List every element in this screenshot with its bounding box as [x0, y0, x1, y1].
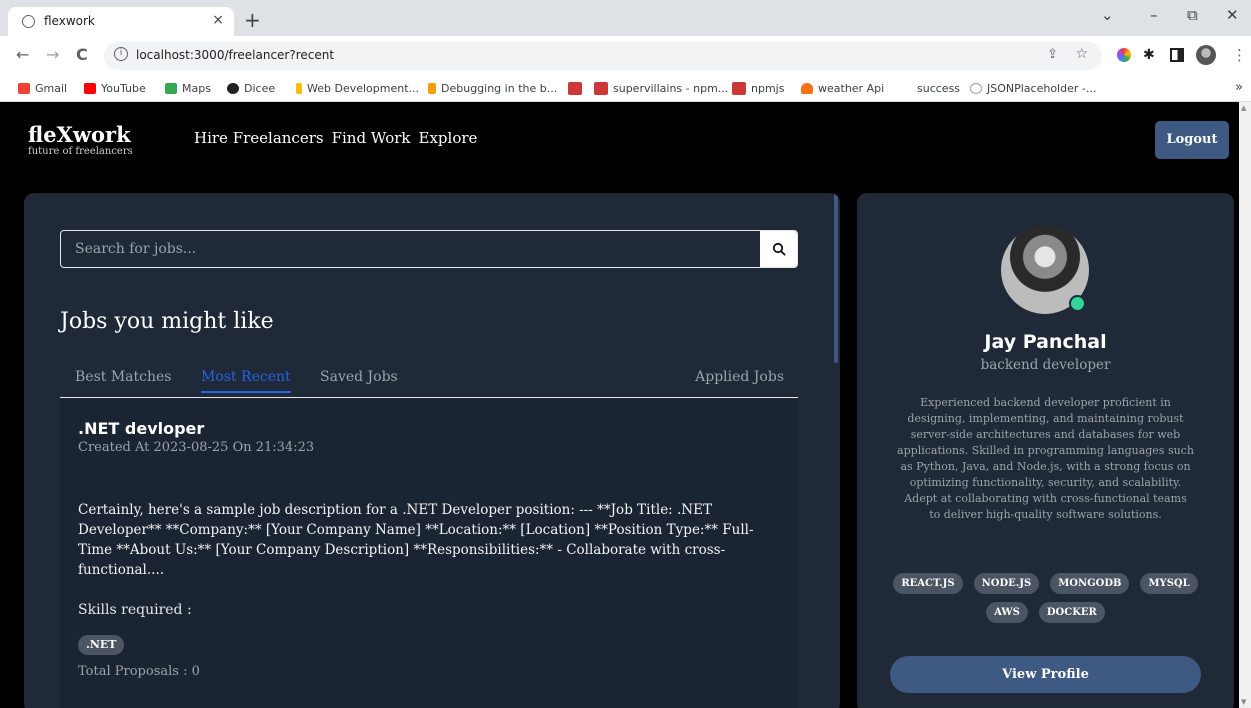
color-extension-icon[interactable] — [1117, 48, 1131, 62]
profile-panel: Jay Panchal backend developer Experience… — [857, 193, 1234, 708]
search-input[interactable] — [61, 231, 761, 267]
weather-icon — [801, 83, 813, 94]
bookmarks-overflow-icon[interactable]: » — [1235, 80, 1243, 95]
page: fleXwork future of freelancers Hire Free… — [0, 102, 1239, 708]
site-logo[interactable]: fleXwork — [28, 124, 133, 146]
tab-saved-jobs[interactable]: Saved Jobs — [320, 369, 398, 385]
browser-tab-bar: flexwork × + ⌄ – ⧉ ✕ — [0, 0, 1251, 36]
tab-close-icon[interactable]: × — [212, 12, 224, 28]
reload-icon[interactable]: C — [76, 45, 88, 64]
bookmark-supervillains[interactable]: supervillains - npm... — [594, 82, 728, 95]
bookmark-star-icon[interactable]: ☆ — [1075, 46, 1088, 62]
nav-find-work[interactable]: Find Work — [332, 129, 411, 147]
view-profile-button[interactable]: View Profile — [890, 656, 1201, 693]
bookmark-npmjs[interactable]: npmjs — [732, 82, 784, 95]
main-nav: Hire Freelancers Find Work Explore — [194, 129, 485, 147]
tab-title: flexwork — [44, 14, 95, 28]
gmail-icon — [18, 83, 30, 94]
page-scrollbar[interactable]: ▲ ▼ — [1239, 102, 1251, 708]
bookmark-youtube[interactable]: YouTube — [84, 82, 146, 95]
forward-arrow-icon[interactable]: → — [46, 45, 59, 64]
tab-applied-jobs[interactable]: Applied Jobs — [695, 369, 784, 385]
scroll-up-icon[interactable]: ▲ — [1241, 104, 1246, 112]
browser-toolbar: ← → C i localhost:3000/freelancer?recent… — [0, 36, 1251, 76]
skills-label: Skills required : — [78, 602, 192, 618]
bookmarks-bar: Gmail YouTube Maps Dicee Web Development… — [0, 76, 1251, 102]
skill-chip: DOCKER — [1038, 602, 1105, 623]
dicee-icon — [227, 83, 239, 94]
skill-chip: AWS — [986, 602, 1028, 623]
profile-skills: REACT.JS NODE.JS MONGODB MYSQL AWS DOCKE… — [883, 573, 1208, 623]
jobs-panel: Jobs you might like Best Matches Most Re… — [24, 193, 840, 708]
address-bar[interactable]: i localhost:3000/freelancer?recent ⇪ ☆ — [104, 42, 1102, 70]
site-info-icon[interactable]: i — [114, 47, 128, 61]
online-status-icon — [1069, 295, 1086, 312]
section-heading: Jobs you might like — [60, 309, 274, 334]
total-proposals: Total Proposals : 0 — [78, 664, 200, 679]
skill-chip: NODE.JS — [973, 573, 1040, 594]
nav-hire-freelancers[interactable]: Hire Freelancers — [194, 129, 324, 147]
site-tagline: future of freelancers — [28, 146, 133, 157]
tab-most-recent[interactable]: Most Recent — [201, 369, 291, 393]
bookmark-weather-api[interactable]: weather Api — [801, 82, 884, 95]
bookmark-gmail[interactable]: Gmail — [18, 82, 67, 95]
skill-chip: REACT.JS — [893, 573, 963, 594]
globe-icon — [22, 15, 35, 28]
panel-scrollbar[interactable] — [834, 193, 838, 363]
share-icon[interactable]: ⇪ — [1047, 47, 1058, 62]
bookmark-web-development[interactable]: Web Development... — [296, 82, 419, 95]
tab-search-icon[interactable]: ⌄ — [1101, 6, 1114, 24]
job-tabs: Best Matches Most Recent Saved Jobs Appl… — [60, 367, 798, 398]
npm-icon — [732, 82, 746, 95]
bookmark-dicee[interactable]: Dicee — [227, 82, 275, 95]
npm-icon — [594, 82, 608, 95]
logout-button[interactable]: Logout — [1155, 121, 1229, 159]
kebab-menu-icon[interactable]: ⋮ — [1232, 48, 1247, 63]
profile-role: backend developer — [980, 357, 1111, 373]
browser-tab[interactable]: flexwork × — [8, 7, 234, 36]
extensions-puzzle-icon[interactable]: ✱ — [1143, 48, 1157, 62]
web-dev-icon — [296, 83, 302, 94]
bookmark-npm-icon-only[interactable] — [568, 82, 582, 95]
search-icon — [772, 242, 786, 256]
debug-figure-icon — [428, 83, 436, 94]
profile-avatar-icon[interactable] — [1196, 45, 1216, 65]
job-card[interactable]: .NET devloper Created At 2023-08-25 On 2… — [60, 399, 798, 708]
nav-explore[interactable]: Explore — [419, 129, 478, 147]
close-window-button[interactable]: ✕ — [1226, 6, 1239, 24]
bookmark-maps[interactable]: Maps — [165, 82, 211, 95]
url-text[interactable]: localhost:3000/freelancer?recent — [136, 48, 334, 62]
search-button[interactable] — [760, 231, 797, 267]
skill-chip: MONGODB — [1050, 573, 1130, 594]
job-created-date: Created At 2023-08-25 On 21:34:23 — [78, 440, 315, 455]
job-description: Certainly, here's a sample job descripti… — [78, 502, 754, 578]
job-search — [60, 230, 798, 268]
job-title[interactable]: .NET devloper — [78, 419, 204, 438]
back-arrow-icon[interactable]: ← — [16, 45, 29, 64]
profile-bio: Experienced backend developer proficient… — [897, 396, 1194, 521]
bookmark-jsonplaceholder[interactable]: JSONPlaceholder -... — [970, 82, 1096, 95]
skill-chip: .NET — [78, 635, 125, 655]
profile-avatar — [1001, 226, 1089, 314]
brand[interactable]: fleXwork future of freelancers — [28, 124, 133, 158]
maps-icon — [165, 83, 177, 94]
youtube-icon — [84, 83, 96, 94]
tab-best-matches[interactable]: Best Matches — [75, 369, 171, 385]
profile-name: Jay Panchal — [984, 331, 1107, 353]
new-tab-button[interactable]: + — [244, 8, 261, 32]
minimize-button[interactable]: – — [1150, 6, 1158, 24]
npm-icon — [568, 82, 582, 95]
scroll-down-icon[interactable]: ▼ — [1241, 698, 1246, 706]
bookmark-success[interactable]: success — [917, 82, 960, 95]
skill-chip: MYSQL — [1140, 573, 1198, 594]
jsonplaceholder-icon — [970, 83, 982, 94]
restore-button[interactable]: ⧉ — [1187, 6, 1198, 24]
bookmark-debugging[interactable]: Debugging in the b... — [428, 82, 557, 95]
side-panel-icon[interactable] — [1170, 48, 1184, 62]
